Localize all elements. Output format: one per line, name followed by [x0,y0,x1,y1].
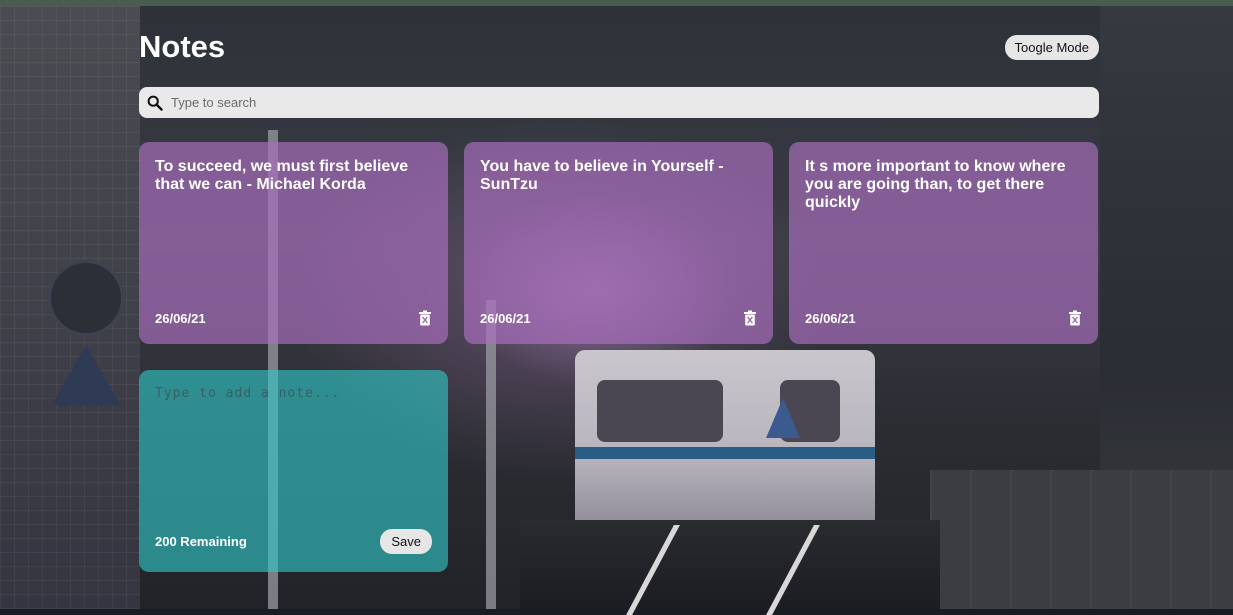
search-input[interactable] [169,89,1073,116]
delete-icon[interactable] [743,310,757,326]
new-note-input[interactable] [155,386,432,516]
note-footer: 26/06/21 [805,310,1082,326]
note-text: It s more important to know where you ar… [805,158,1066,211]
note-date: 26/06/21 [805,310,856,326]
note-footer: 26/06/21 [480,310,757,326]
notes-list: To succeed, we must first believe that w… [139,142,1099,572]
note-text: You have to believe in Yourself - SunTzu [480,158,724,193]
header: Notes Toogle Mode [139,28,1099,66]
background-sign-round [48,260,124,336]
toggle-mode-button[interactable]: Toogle Mode [1004,34,1099,60]
search-icon [147,95,163,111]
characters-remaining: 200 Remaining [155,534,247,549]
page-title: Notes [139,29,226,64]
new-note-footer: 200 Remaining Save [155,529,432,554]
note-text: To succeed, we must first believe that w… [155,158,409,193]
note-card: It s more important to know where you ar… [789,142,1098,344]
note-date: 26/06/21 [480,310,531,326]
new-note-card: 200 Remaining Save [139,370,448,572]
notes-app: Notes Toogle Mode To succeed, we must fi… [139,0,1099,609]
note-date: 26/06/21 [155,310,206,326]
save-button[interactable]: Save [380,529,432,554]
note-footer: 26/06/21 [155,310,432,326]
note-card: You have to believe in Yourself - SunTzu… [464,142,773,344]
background-sign-triangle [52,345,120,405]
note-card: To succeed, we must first believe that w… [139,142,448,344]
delete-icon[interactable] [1068,310,1082,326]
search-bar[interactable] [139,87,1099,118]
delete-icon[interactable] [418,310,432,326]
